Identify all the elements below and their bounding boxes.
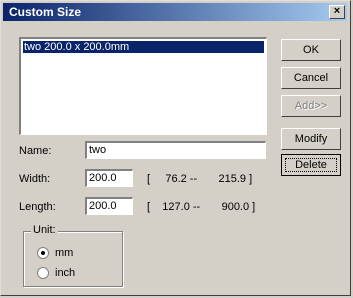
inch-radio[interactable] (37, 267, 49, 279)
length-label: Length: (19, 201, 56, 213)
size-listbox[interactable]: two 200.0 x 200.0mm (19, 37, 267, 135)
name-label: Name: (19, 145, 52, 157)
length-range: [ 127.0 -- 900.0 ] (147, 201, 256, 213)
mm-radio-label[interactable]: mm (55, 247, 73, 259)
dialog-title: Custom Size (9, 5, 82, 19)
radio-selected-dot (41, 251, 45, 255)
cancel-button[interactable]: Cancel (281, 67, 341, 89)
title-bar: Custom Size × (3, 3, 347, 21)
unit-group-label: Unit: (31, 224, 58, 236)
mm-radio[interactable] (37, 247, 49, 259)
width-input[interactable]: 200.0 (85, 169, 133, 187)
width-label: Width: (19, 173, 51, 185)
custom-size-dialog: Custom Size × two 200.0 x 200.0mm OK Can… (0, 0, 351, 296)
focus-ring (285, 158, 337, 172)
close-button[interactable]: × (329, 5, 345, 19)
length-input[interactable]: 200.0 (85, 197, 133, 215)
delete-button[interactable]: Delete (281, 154, 341, 176)
inch-radio-label[interactable]: inch (55, 267, 75, 279)
list-item[interactable]: two 200.0 x 200.0mm (23, 41, 264, 53)
width-range: [ 76.2 -- 215.9 ] (147, 173, 253, 185)
modify-button[interactable]: Modify (281, 128, 341, 150)
close-icon: × (333, 5, 341, 17)
add-button[interactable]: Add>> (281, 95, 341, 117)
name-input[interactable]: two (85, 141, 266, 159)
ok-button[interactable]: OK (281, 39, 341, 61)
